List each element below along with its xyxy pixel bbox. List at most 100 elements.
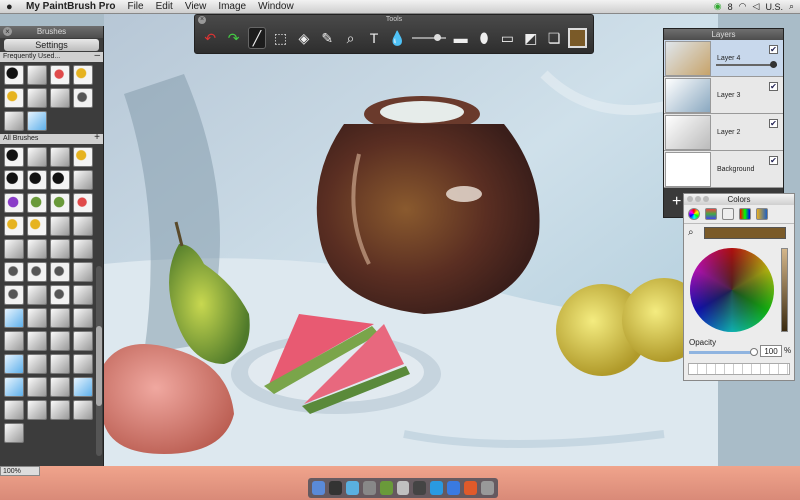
brush-size-slider[interactable] (411, 34, 447, 41)
brush-preset-tile[interactable] (27, 377, 47, 397)
brightness-slider[interactable] (781, 248, 788, 332)
color-wheel[interactable] (690, 248, 774, 332)
brush-preset-tile[interactable] (4, 400, 24, 420)
brush-preset-tile[interactable] (4, 170, 24, 190)
apple-menu-icon[interactable]: ● (6, 1, 20, 13)
finder-icon[interactable] (312, 481, 325, 495)
layer-item[interactable]: Layer 4 ✔ (664, 40, 783, 77)
magnifier-icon[interactable]: ⌕ (688, 227, 694, 238)
tools-titlebar[interactable]: × Tools (195, 15, 593, 25)
brush-preset-tile[interactable] (27, 147, 47, 167)
menu-edit[interactable]: Edit (156, 1, 173, 12)
brush-preset-tile[interactable] (73, 308, 93, 328)
zoom-level[interactable]: 100% (0, 466, 40, 476)
ellipse-tool[interactable]: ⬮ (475, 27, 493, 49)
brush-preset-tile[interactable] (4, 111, 24, 131)
select-tool[interactable]: ⬚ (271, 27, 289, 49)
skype-icon[interactable] (430, 481, 444, 495)
brush-preset-tile[interactable] (50, 239, 70, 259)
brush-preset-tile[interactable] (73, 285, 93, 305)
undo-icon[interactable]: ↶ (201, 27, 219, 49)
brush-preset-tile[interactable] (73, 377, 93, 397)
zoom-icon[interactable] (703, 196, 709, 202)
brush-preset-tile[interactable] (50, 216, 70, 236)
layer-visibility-checkbox[interactable]: ✔ (769, 119, 778, 128)
brush-preset-tile[interactable] (27, 216, 47, 236)
brush-preset-tile[interactable] (27, 239, 47, 259)
brush-preset-tile[interactable] (73, 65, 93, 85)
brush-preset-tile[interactable] (4, 147, 24, 167)
palette-tab-icon[interactable] (722, 208, 734, 220)
brushes-scrollbar[interactable] (96, 266, 102, 456)
gradient-tool[interactable]: ◩ (522, 27, 540, 49)
brush-preset-tile[interactable] (4, 239, 24, 259)
brush-preset-tile[interactable] (50, 285, 70, 305)
safari-icon[interactable] (345, 481, 359, 495)
zoom-tool[interactable]: ⌕ (341, 27, 359, 49)
brush-tool[interactable]: ╱ (247, 27, 267, 49)
menu-image[interactable]: Image (218, 1, 246, 12)
layers-toggle-icon[interactable]: ❏ (545, 27, 563, 49)
layers-titlebar[interactable]: Layers (664, 29, 783, 40)
brush-preset-tile[interactable] (50, 354, 70, 374)
brush-preset-tile[interactable] (27, 262, 47, 282)
layer-item[interactable]: Layer 3 ✔ (664, 77, 783, 114)
spectrum-tab-icon[interactable] (739, 208, 751, 220)
slider-knob[interactable] (750, 348, 758, 356)
layer-visibility-checkbox[interactable]: ✔ (769, 45, 778, 54)
brush-preset-tile[interactable] (73, 193, 93, 213)
brush-preset-tile[interactable] (50, 88, 70, 108)
opacity-slider[interactable] (689, 348, 758, 356)
layer-visibility-checkbox[interactable]: ✔ (769, 82, 778, 91)
crayons-tab-icon[interactable] (756, 208, 768, 220)
brush-preset-tile[interactable] (73, 239, 93, 259)
brush-preset-tile[interactable] (4, 285, 24, 305)
app-store-icon[interactable] (447, 481, 461, 495)
current-color-swatch[interactable] (568, 28, 588, 48)
brush-settings-button[interactable]: Settings (4, 39, 99, 51)
scroll-thumb[interactable] (96, 326, 102, 406)
brush-preset-tile[interactable] (73, 354, 93, 374)
brush-preset-tile[interactable] (27, 331, 47, 351)
status-count[interactable]: 8 (728, 2, 733, 12)
brush-preset-tile[interactable] (4, 216, 24, 236)
brush-preset-tile[interactable] (27, 65, 47, 85)
brush-preset-tile[interactable] (50, 377, 70, 397)
brush-preset-tile[interactable] (50, 147, 70, 167)
trash-icon[interactable] (481, 481, 494, 495)
brush-preset-tile[interactable] (27, 400, 47, 420)
wifi-icon[interactable]: ◠ (739, 1, 747, 12)
close-icon[interactable]: × (198, 16, 206, 24)
menu-view[interactable]: View (185, 1, 207, 12)
input-source-label[interactable]: U.S. (765, 2, 783, 12)
collapse-icon[interactable]: – (94, 51, 100, 61)
close-icon[interactable] (687, 196, 693, 202)
brush-preset-tile[interactable] (27, 170, 47, 190)
brush-preset-tile[interactable] (4, 377, 24, 397)
brush-preset-tile[interactable] (4, 423, 24, 443)
brush-preset-tile[interactable] (50, 400, 70, 420)
layer-visibility-checkbox[interactable]: ✔ (769, 156, 778, 165)
layer-opacity-slider[interactable] (716, 61, 777, 68)
itunes-icon[interactable] (396, 481, 410, 495)
search-icon[interactable]: ⌕ (789, 1, 794, 12)
paintbrush-icon[interactable] (464, 481, 478, 495)
slider-knob[interactable] (770, 61, 777, 68)
minimize-icon[interactable] (695, 196, 701, 202)
add-brush-icon[interactable]: + (94, 133, 100, 143)
brush-preset-tile[interactable] (73, 170, 93, 190)
brush-preset-tile[interactable] (50, 308, 70, 328)
colors-titlebar[interactable]: Colors (684, 194, 794, 205)
brush-preset-tile[interactable] (73, 262, 93, 282)
volume-icon[interactable]: ◁ (753, 1, 760, 12)
brush-preset-tile[interactable] (73, 216, 93, 236)
brush-preset-tile[interactable] (27, 354, 47, 374)
brush-preset-tile[interactable] (27, 308, 47, 328)
brush-preset-tile[interactable] (50, 193, 70, 213)
text-tool[interactable]: T (365, 27, 383, 49)
brush-preset-tile[interactable] (27, 88, 47, 108)
photos-icon[interactable] (413, 481, 427, 495)
layer-item[interactable]: Background ✔ (664, 151, 783, 188)
rectangle-tool[interactable]: ▬ (451, 27, 469, 49)
color-wheel-tab-icon[interactable] (688, 208, 700, 220)
